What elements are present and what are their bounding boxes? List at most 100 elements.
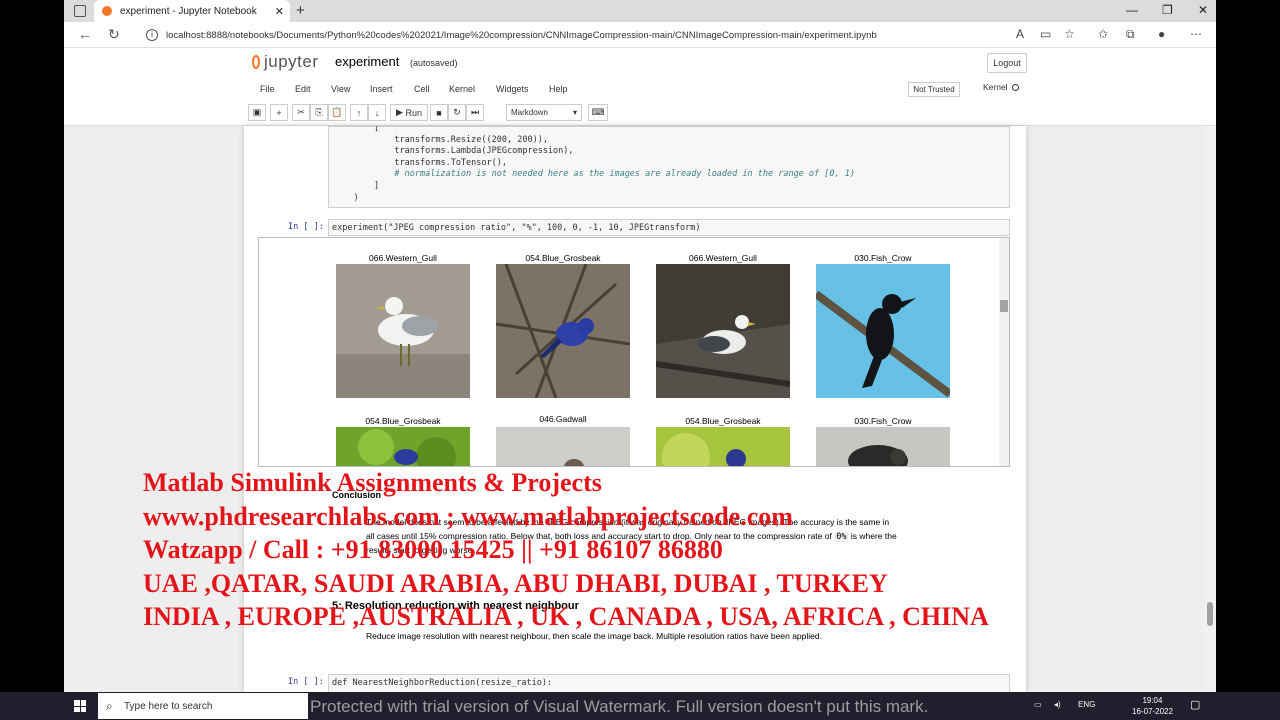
clock-date: 16-07-2022	[1132, 707, 1173, 716]
read-aloud-icon[interactable]: A	[1016, 27, 1024, 41]
menu-kernel[interactable]: Kernel	[449, 84, 475, 94]
jupyter-logo-text: jupyter	[264, 52, 319, 71]
language-indicator[interactable]: ENG	[1078, 700, 1095, 709]
image-title: 030.Fish_Crow	[854, 416, 912, 426]
autosave-status: (autosaved)	[410, 58, 458, 68]
page-scrollbar[interactable]	[1204, 126, 1216, 692]
logout-button[interactable]: Logout	[987, 53, 1027, 73]
minimize-icon[interactable]: —	[1126, 3, 1138, 17]
menu-widgets[interactable]: Widgets	[496, 84, 529, 94]
notebook-name[interactable]: experiment	[335, 54, 399, 69]
cell-type-value: Markdown	[511, 108, 548, 117]
code-cell[interactable]: [ transforms.Resize((200, 200)), transfo…	[328, 126, 1010, 208]
menu-file[interactable]: File	[260, 84, 275, 94]
collections-icon[interactable]: ⧉	[1126, 27, 1135, 42]
code-comment: # normalization is not needed here as th…	[333, 169, 855, 180]
grosbeak-photo	[336, 427, 470, 466]
jupyter-logo[interactable]: jupyter	[252, 52, 319, 72]
refresh-icon[interactable]: ↻	[108, 26, 120, 43]
code-line: )	[333, 192, 359, 203]
menu-help[interactable]: Help	[549, 84, 568, 94]
code-line: transforms.Lambda(JPEGcompression),	[333, 146, 574, 157]
code-cell-source: def NearestNeighborReduction(resize_rati…	[332, 678, 553, 688]
gull-photo	[656, 264, 790, 398]
input-prompt: In [ ]:	[288, 677, 324, 687]
notifications-icon[interactable]: ▢	[1190, 698, 1200, 711]
tab-title: experiment - Jupyter Notebook	[120, 5, 257, 17]
close-tab-icon[interactable]: ✕	[275, 5, 284, 18]
favorites-icon[interactable]: ✩	[1098, 27, 1108, 41]
kernel-label: Kernel	[983, 82, 1008, 92]
interrupt-button[interactable]: ■	[430, 104, 448, 121]
menu-view[interactable]: View	[331, 84, 350, 94]
grosbeak-photo	[496, 264, 630, 398]
code-line: transforms.Resize((200, 200)),	[333, 135, 548, 145]
code-cell-source: [ transforms.Resize((200, 200)), transfo…	[333, 126, 855, 204]
watermark-line: UAE ,QATAR, SAUDI ARABIA, ABU DHABI, DUB…	[143, 568, 888, 598]
maximize-icon[interactable]: ❐	[1162, 3, 1173, 17]
gadwall-photo	[496, 427, 630, 466]
restart-button[interactable]: ↻	[448, 104, 466, 121]
watermark-line: Matlab Simulink Assignments & Projects	[143, 468, 602, 497]
close-window-icon[interactable]: ✕	[1198, 3, 1208, 17]
taskbar-clock[interactable]: 19:04 16-07-2022	[1132, 695, 1173, 717]
paste-button[interactable]: 📋	[328, 104, 346, 121]
run-button[interactable]: ▶ Run	[390, 104, 428, 121]
image-title: 054.Blue_Grosbeak	[685, 416, 761, 426]
code-cell[interactable]: def NearestNeighborReduction(resize_rati…	[328, 674, 1010, 692]
move-up-button[interactable]: ↑	[350, 104, 368, 121]
page-scrollbar-thumb[interactable]	[1207, 602, 1213, 626]
move-down-button[interactable]: ↓	[368, 104, 386, 121]
clock-time: 19:04	[1142, 696, 1163, 705]
image-title: 030.Fish_Crow	[854, 253, 912, 263]
menu-insert[interactable]: Insert	[370, 84, 393, 94]
run-icon: ▶	[396, 107, 406, 117]
network-icon[interactable]: ▭	[1034, 700, 1042, 709]
tab-actions-icon[interactable]	[74, 5, 86, 17]
code-cell-source: experiment("JPEG compression ratio", "%"…	[332, 223, 701, 233]
tab-bar: experiment - Jupyter Notebook ✕ + — ❐ ✕	[64, 0, 1216, 22]
image-title: 066.Western_Gull	[369, 253, 437, 263]
browser-tab[interactable]: experiment - Jupyter Notebook ✕	[94, 0, 290, 22]
output-scrollbar-thumb[interactable]	[1000, 300, 1008, 312]
new-tab-icon[interactable]: +	[296, 2, 305, 19]
more-icon[interactable]: ⋯	[1190, 27, 1202, 41]
immersive-reader-icon[interactable]: ▭	[1040, 27, 1051, 41]
windows-start-icon[interactable]	[74, 700, 86, 712]
restart-run-all-button[interactable]: ⏭	[466, 104, 484, 121]
menu-edit[interactable]: Edit	[295, 84, 311, 94]
back-icon[interactable]: ←	[78, 26, 92, 42]
output-scrollbar[interactable]	[999, 238, 1009, 466]
command-palette-button[interactable]: ⌨	[588, 104, 608, 121]
image-title: 054.Blue_Grosbeak	[365, 416, 441, 426]
url-text: localhost:8888/notebooks/Documents/Pytho…	[166, 29, 877, 41]
trust-button[interactable]: Not Trusted	[908, 82, 960, 97]
profile-avatar-icon[interactable]: ●	[1158, 27, 1165, 41]
site-info-icon[interactable]: i	[146, 29, 158, 41]
jupyter-header: jupyter experiment (autosaved) Logout Fi…	[64, 48, 1216, 126]
menu-cell[interactable]: Cell	[414, 84, 430, 94]
crow-photo	[816, 427, 950, 466]
trial-watermark: Protected with trial version of Visual W…	[310, 697, 929, 716]
cut-button[interactable]: ✂	[292, 104, 310, 121]
code-line: [	[333, 126, 380, 133]
insert-cell-button[interactable]: +	[270, 104, 288, 121]
cell-output[interactable]: 066.Western_Gull 054.Blue_Grosbeak 066.W…	[258, 237, 1010, 467]
copy-button[interactable]: ⎘	[310, 104, 328, 121]
watermark-line: Watzapp / Call : +91 83000 15425 || +91 …	[143, 535, 723, 564]
search-placeholder: Type here to search	[124, 700, 213, 712]
volume-icon[interactable]: ◂)	[1054, 700, 1061, 709]
search-icon: ⌕	[106, 699, 113, 713]
taskbar-search-input[interactable]: ⌕ Type here to search	[98, 693, 308, 719]
url-field[interactable]: i localhost:8888/notebooks/Documents/Pyt…	[144, 25, 1004, 45]
image-title: 054.Blue_Grosbeak	[525, 253, 601, 263]
address-bar: ← ↻ i localhost:8888/notebooks/Documents…	[64, 22, 1216, 48]
code-cell[interactable]: experiment("JPEG compression ratio", "%"…	[328, 219, 1010, 236]
kernel-indicator: Kernel	[983, 82, 1019, 92]
favorite-icon[interactable]: ☆	[1064, 27, 1075, 41]
cell-type-select[interactable]: Markdown ▾	[506, 104, 582, 121]
save-button[interactable]: ▣	[248, 104, 266, 121]
watermark-line: INDIA , EUROPE ,AUSTRALIA , UK , CANADA …	[143, 602, 989, 631]
crow-photo	[816, 264, 950, 398]
kernel-status-icon	[1011, 84, 1019, 91]
